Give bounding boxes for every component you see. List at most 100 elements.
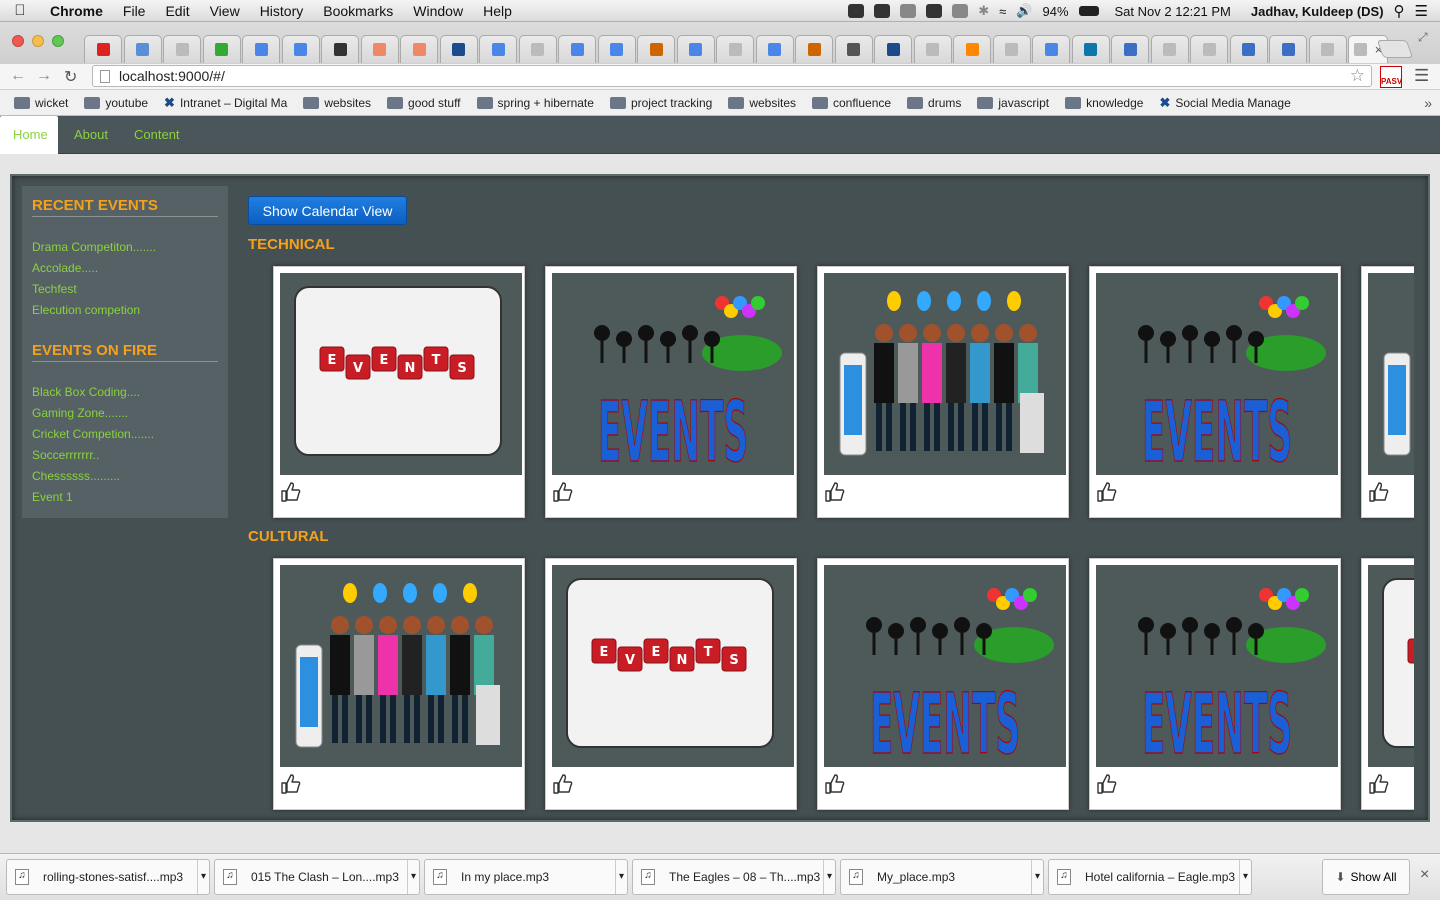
keyboard-icon[interactable] bbox=[926, 4, 943, 18]
technical-event-card[interactable]: EVENTS bbox=[273, 266, 525, 518]
download-item[interactable]: ♫ 015 The Clash – Lon....mp3 ▾ bbox=[214, 859, 420, 895]
like-thumb-icon[interactable] bbox=[1096, 481, 1118, 503]
menu-edit[interactable]: Edit bbox=[155, 3, 199, 19]
bookmark-item[interactable]: youtube bbox=[76, 96, 156, 110]
browser-tab[interactable] bbox=[1269, 35, 1307, 63]
browser-tab[interactable] bbox=[795, 35, 833, 63]
folder-status-icon[interactable] bbox=[874, 4, 891, 18]
download-menu-chevron-down-icon[interactable]: ▾ bbox=[407, 860, 419, 894]
minimize-window-button[interactable] bbox=[32, 35, 44, 47]
nav-about[interactable]: About bbox=[60, 116, 122, 154]
bookmark-star-icon[interactable]: ☆ bbox=[1350, 66, 1365, 86]
fire-event-link[interactable]: Chessssss......... bbox=[32, 469, 120, 483]
download-menu-chevron-down-icon[interactable]: ▾ bbox=[615, 860, 627, 894]
cultural-event-card[interactable] bbox=[273, 558, 525, 810]
browser-tab[interactable] bbox=[913, 35, 952, 63]
browser-tab[interactable] bbox=[637, 35, 675, 63]
recent-event-link[interactable]: Drama Competiton....... bbox=[32, 240, 156, 254]
browser-tab[interactable] bbox=[992, 35, 1031, 63]
bookmarks-overflow-icon[interactable]: » bbox=[1424, 95, 1432, 111]
menu-file[interactable]: File bbox=[113, 3, 156, 19]
browser-tab[interactable] bbox=[242, 35, 280, 63]
bookmark-item[interactable]: websites bbox=[720, 96, 804, 110]
fire-event-link[interactable]: Cricket Competion....... bbox=[32, 427, 154, 441]
menu-help[interactable]: Help bbox=[473, 3, 522, 19]
new-tab-button[interactable] bbox=[1376, 40, 1414, 58]
browser-tab[interactable] bbox=[1190, 35, 1228, 63]
like-thumb-icon[interactable] bbox=[280, 773, 302, 795]
fire-event-link[interactable]: Soccerrrrrrr.. bbox=[32, 448, 99, 462]
bookmark-item[interactable]: good stuff bbox=[379, 96, 469, 110]
recent-event-link[interactable]: Elecution competion bbox=[32, 303, 140, 317]
like-thumb-icon[interactable] bbox=[824, 773, 846, 795]
download-menu-chevron-down-icon[interactable]: ▾ bbox=[197, 860, 209, 894]
bookmark-item[interactable]: knowledge bbox=[1057, 96, 1151, 110]
technical-event-card[interactable] bbox=[1361, 266, 1414, 518]
browser-tab[interactable] bbox=[400, 35, 438, 63]
event-image[interactable]: EVENTS bbox=[1368, 565, 1414, 767]
like-thumb-icon[interactable] bbox=[1368, 481, 1390, 503]
event-image[interactable]: EVENTS bbox=[280, 273, 522, 475]
cultural-event-card[interactable]: EVENTS bbox=[1361, 558, 1414, 810]
menu-bookmarks[interactable]: Bookmarks bbox=[313, 3, 403, 19]
wifi-icon[interactable]: ≈ bbox=[999, 4, 1006, 19]
battery-icon[interactable] bbox=[1078, 6, 1099, 16]
fire-event-link[interactable]: Event 1 bbox=[32, 490, 73, 504]
browser-tab[interactable] bbox=[1229, 35, 1268, 63]
cultural-event-card[interactable]: EVENTS bbox=[817, 558, 1069, 810]
show-calendar-button[interactable]: Show Calendar View bbox=[248, 196, 407, 225]
bluetooth-icon[interactable]: ✱ bbox=[978, 3, 989, 19]
extension-icon[interactable]: PASV bbox=[1380, 66, 1402, 88]
close-downloads-icon[interactable]: × bbox=[1420, 866, 1429, 884]
clock[interactable]: Sat Nov 2 12:21 PM bbox=[1115, 4, 1231, 19]
event-image[interactable] bbox=[824, 273, 1066, 475]
cultural-event-card[interactable]: EVENTS bbox=[545, 558, 797, 810]
technical-event-card[interactable]: EVENTS bbox=[1089, 266, 1341, 518]
like-thumb-icon[interactable] bbox=[1096, 773, 1118, 795]
nav-home[interactable]: Home bbox=[0, 116, 58, 154]
nav-content[interactable]: Content bbox=[120, 116, 194, 154]
bookmark-item[interactable]: drums bbox=[899, 96, 969, 110]
battery-percent[interactable]: 94% bbox=[1042, 4, 1068, 19]
close-window-button[interactable] bbox=[12, 35, 24, 47]
like-thumb-icon[interactable] bbox=[280, 481, 302, 503]
download-menu-chevron-down-icon[interactable]: ▾ bbox=[823, 860, 835, 894]
show-all-downloads-button[interactable]: ⬇ Show All bbox=[1322, 859, 1410, 895]
chrome-menu-icon[interactable]: ☰ bbox=[1414, 66, 1429, 86]
fire-event-link[interactable]: Gaming Zone....... bbox=[32, 406, 128, 420]
event-image[interactable]: EVENTS bbox=[824, 565, 1066, 767]
browser-tab[interactable] bbox=[1071, 35, 1110, 63]
status-app-icon[interactable] bbox=[848, 4, 865, 18]
browser-tab[interactable] bbox=[874, 35, 912, 63]
reload-icon[interactable]: ↻ bbox=[64, 67, 77, 87]
browser-tab[interactable] bbox=[834, 35, 873, 63]
event-image[interactable]: EVENTS bbox=[1096, 565, 1338, 767]
event-image[interactable] bbox=[280, 565, 522, 767]
browser-tab[interactable] bbox=[1308, 35, 1347, 63]
technical-event-card[interactable] bbox=[817, 266, 1069, 518]
zoom-window-button[interactable] bbox=[52, 35, 64, 47]
menu-view[interactable]: View bbox=[200, 3, 250, 19]
notification-center-icon[interactable]: ☰ bbox=[1415, 2, 1428, 20]
browser-tab[interactable] bbox=[439, 35, 478, 63]
like-thumb-icon[interactable] bbox=[1368, 773, 1390, 795]
browser-tab[interactable] bbox=[597, 35, 636, 63]
bookmark-item[interactable]: websites bbox=[295, 96, 379, 110]
bookmark-item[interactable]: ✖ Intranet – Digital Ma bbox=[156, 95, 295, 111]
download-item[interactable]: ♫ The Eagles – 08 – Th....mp3 ▾ bbox=[632, 859, 836, 895]
download-item[interactable]: ♫ My_place.mp3 ▾ bbox=[840, 859, 1044, 895]
menu-history[interactable]: History bbox=[250, 3, 314, 19]
browser-tab[interactable] bbox=[558, 35, 596, 63]
bookmark-item[interactable]: project tracking bbox=[602, 96, 720, 110]
event-image[interactable]: EVENTS bbox=[1096, 273, 1338, 475]
bookmark-item[interactable]: confluence bbox=[804, 96, 899, 110]
event-image[interactable]: EVENTS bbox=[552, 565, 794, 767]
browser-tab[interactable] bbox=[84, 35, 122, 63]
fire-event-link[interactable]: Black Box Coding.... bbox=[32, 385, 140, 399]
bookmark-item[interactable]: ✖ Social Media Manage bbox=[1151, 95, 1298, 111]
back-icon[interactable]: ← bbox=[10, 67, 26, 85]
bookmark-item[interactable]: javascript bbox=[969, 96, 1057, 110]
browser-tab[interactable] bbox=[202, 35, 241, 63]
browser-tab[interactable] bbox=[1111, 35, 1149, 63]
download-item[interactable]: ♫ Hotel california – Eagle.mp3 ▾ bbox=[1048, 859, 1252, 895]
